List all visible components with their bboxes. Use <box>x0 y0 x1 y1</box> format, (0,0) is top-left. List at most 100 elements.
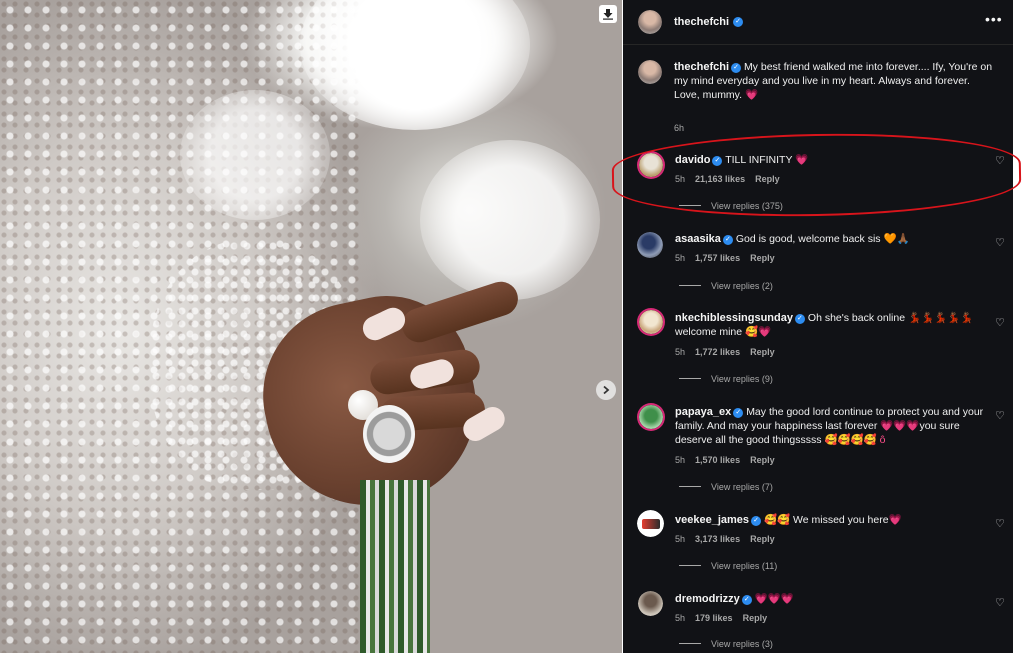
comment-text-block: dremodrizzy ✓ 💗💗💗 <box>675 592 975 606</box>
caption-signoff: Love, mummy. <box>674 89 743 101</box>
comment-likes[interactable]: 179 likes <box>695 613 733 623</box>
comment-username[interactable]: dremodrizzy <box>675 593 740 605</box>
verified-badge-icon: ✓ <box>751 516 762 526</box>
post-photo <box>0 0 622 653</box>
comment-likes[interactable]: 1,570 likes <box>695 455 740 465</box>
heart-outline-icon[interactable]: ♡ <box>995 596 1005 609</box>
baby-breath-cluster <box>180 90 330 220</box>
divider <box>679 643 701 644</box>
comment-meta: 5h 21,163 likes Reply <box>675 174 780 184</box>
avatar[interactable] <box>639 153 663 177</box>
comment-meta: 5h 1,772 likes Reply <box>675 347 775 357</box>
reply-button[interactable]: Reply <box>750 455 775 465</box>
more-options-icon[interactable]: ••• <box>985 11 1003 27</box>
comment-username[interactable]: davido <box>675 154 710 166</box>
avatar[interactable] <box>638 60 662 84</box>
comment-likes[interactable]: 21,163 likes <box>695 174 745 184</box>
divider <box>679 378 701 379</box>
comment-meta: 5h 3,173 likes Reply <box>675 534 775 544</box>
reply-button[interactable]: Reply <box>750 253 775 263</box>
view-replies-label[interactable]: View replies (2) <box>711 281 773 291</box>
caption-emoji: 💗 <box>745 89 759 101</box>
photo-pendant <box>363 405 415 463</box>
reply-button[interactable]: Reply <box>750 347 775 357</box>
flower-stems <box>360 480 430 653</box>
reply-button[interactable]: Reply <box>750 534 775 544</box>
comment-emoji-after: 💗 <box>888 514 902 526</box>
comment-time: 5h <box>675 253 686 263</box>
comment-text-block: papaya_ex ✓ May the good lord continue to… <box>675 405 993 447</box>
comment-emoji: 💗💗💗 <box>754 593 794 605</box>
comment-emoji: 🥰🥰 <box>763 514 791 526</box>
comment-meta: 5h 1,570 likes Reply <box>675 455 775 465</box>
divider <box>679 285 701 286</box>
caption-username[interactable]: thechefchi <box>674 61 729 73</box>
comment-likes[interactable]: 1,772 likes <box>695 347 740 357</box>
comment-time: 5h <box>675 174 686 184</box>
view-replies-label[interactable]: View replies (375) <box>711 201 783 211</box>
comments-panel: thechefchi ✓ ••• thechefchi ✓ My best fri… <box>623 0 1013 653</box>
view-replies-button[interactable]: View replies (375) <box>679 201 783 211</box>
verified-badge-icon: ✓ <box>733 17 743 27</box>
comment-emoji: 🧡🙏🏾 <box>883 233 910 245</box>
heart-outline-icon[interactable]: ♡ <box>995 409 1005 422</box>
view-replies-label[interactable]: View replies (7) <box>711 482 773 492</box>
window-edge <box>1013 0 1024 653</box>
divider <box>679 486 701 487</box>
comment-username[interactable]: nkechiblessingsunday <box>675 312 793 324</box>
avatar[interactable] <box>637 510 664 537</box>
view-replies-button[interactable]: View replies (2) <box>679 281 773 291</box>
download-icon[interactable] <box>599 5 617 23</box>
verified-badge-icon: ✓ <box>731 63 742 73</box>
instagram-post-view: thechefchi ✓ ••• thechefchi ✓ My best fri… <box>0 0 1024 653</box>
comment-text-block: nkechiblessingsunday ✓ Oh she's back onli… <box>675 311 975 339</box>
view-replies-button[interactable]: View replies (3) <box>679 639 773 649</box>
comment-username[interactable]: papaya_ex <box>675 406 731 418</box>
divider <box>679 565 701 566</box>
view-replies-label[interactable]: View replies (9) <box>711 374 773 384</box>
comment-text-block: veekee_james ✓ 🥰🥰 We missed you here💗 <box>675 513 975 527</box>
avatar[interactable] <box>637 232 663 258</box>
heart-outline-icon[interactable]: ♡ <box>995 154 1005 167</box>
view-replies-button[interactable]: View replies (9) <box>679 374 773 384</box>
comment-text: TILL INFINITY <box>725 154 793 166</box>
avatar[interactable] <box>638 10 662 34</box>
post-header: thechefchi ✓ ••• <box>623 0 1013 45</box>
comment-username[interactable]: asaasika <box>675 233 721 245</box>
heart-outline-icon[interactable]: ♡ <box>995 517 1005 530</box>
header-username[interactable]: thechefchi <box>674 16 729 28</box>
caption-text-block: thechefchi ✓ My best friend walked me int… <box>674 60 994 102</box>
verified-badge-icon: ✓ <box>741 595 752 605</box>
heart-outline-icon[interactable]: ♡ <box>995 236 1005 249</box>
comment-likes[interactable]: 3,173 likes <box>695 534 740 544</box>
verified-badge-icon: ✓ <box>712 156 723 166</box>
comment-text: We missed you here <box>793 514 889 526</box>
view-replies-label[interactable]: View replies (11) <box>711 561 777 571</box>
verified-badge-icon: ✓ <box>794 314 805 324</box>
divider <box>679 205 701 206</box>
view-replies-button[interactable]: View replies (11) <box>679 561 777 571</box>
comment-meta: 5h 1,757 likes Reply <box>675 253 775 263</box>
comment-emoji: 💗 <box>795 154 809 166</box>
comment-likes[interactable]: 1,757 likes <box>695 253 740 263</box>
view-replies-label[interactable]: View replies (3) <box>711 639 773 649</box>
avatar[interactable] <box>639 405 663 429</box>
baby-breath-cluster-2 <box>420 140 600 300</box>
chevron-right-icon[interactable] <box>596 380 616 400</box>
comment-time: 5h <box>675 347 686 357</box>
comment-text-block: asaasika ✓ God is good, welcome back sis … <box>675 232 975 246</box>
verified-badge-icon: ✓ <box>733 408 744 418</box>
comment-emoji: 🥰💗 <box>745 326 772 338</box>
caption-time: 6h <box>674 123 685 133</box>
verified-badge-icon: ✓ <box>722 235 733 245</box>
comment-emoji: 🥰🥰🥰🥰 ô <box>824 434 886 446</box>
avatar[interactable] <box>639 310 663 334</box>
reply-button[interactable]: Reply <box>743 613 768 623</box>
comment-time: 5h <box>675 534 686 544</box>
avatar[interactable] <box>638 591 663 616</box>
comment-username[interactable]: veekee_james <box>675 514 749 526</box>
comment-time: 5h <box>675 613 686 623</box>
view-replies-button[interactable]: View replies (7) <box>679 482 773 492</box>
heart-outline-icon[interactable]: ♡ <box>995 316 1005 329</box>
reply-button[interactable]: Reply <box>755 174 780 184</box>
